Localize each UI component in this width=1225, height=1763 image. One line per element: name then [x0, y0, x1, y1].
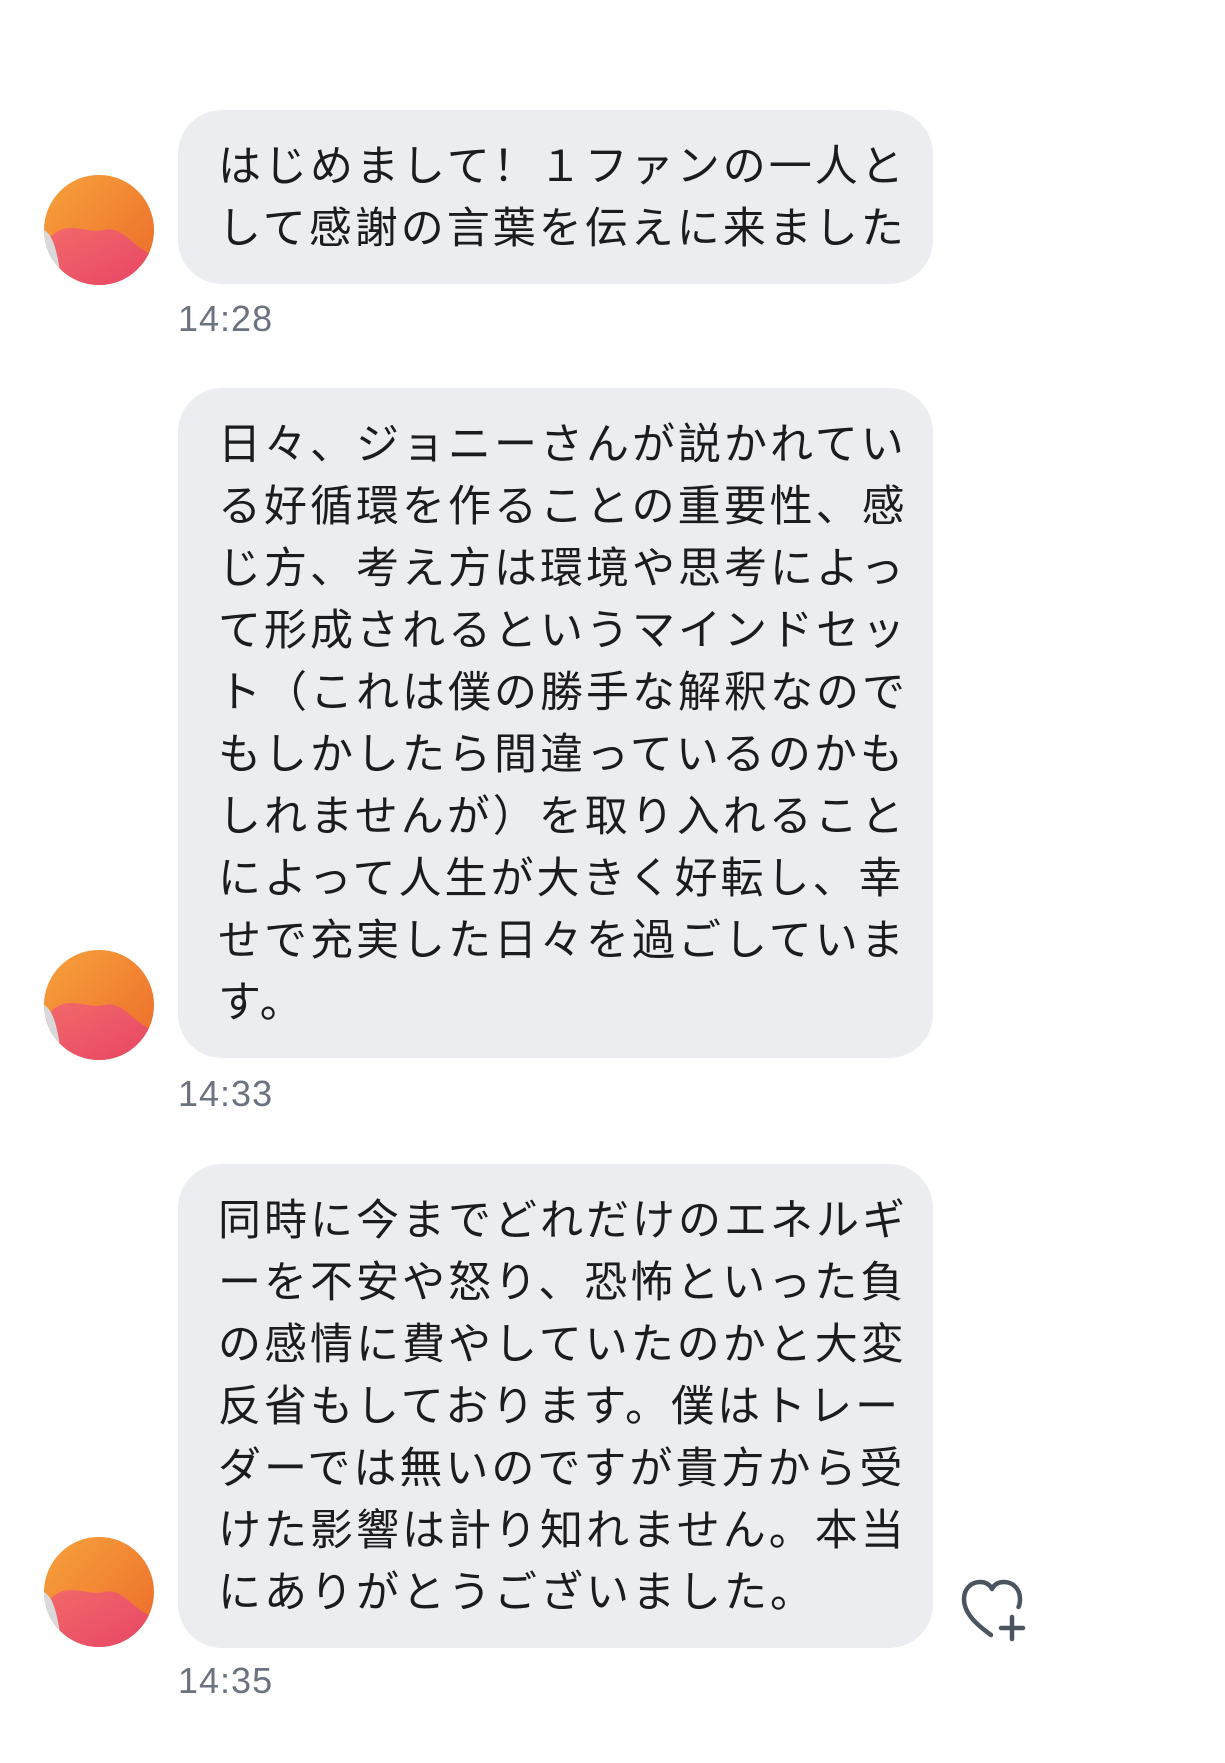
message-timestamp: 14:35 [178, 1660, 274, 1701]
message-line: によって人生が大きく好転し、幸 [218, 854, 905, 904]
avatar[interactable] [44, 175, 154, 285]
avatar[interactable] [44, 1537, 154, 1647]
message-line: す。 [218, 978, 306, 1028]
avatar[interactable] [44, 950, 154, 1060]
message-line: 日々、ジョニーさんが説かれてい [218, 420, 907, 470]
message-bubble[interactable]: はじめまして！１ファンの一人と して感謝の言葉を伝えに来ました [178, 110, 933, 284]
message-line: じ方、考え方は環境や思考によっ [218, 544, 907, 594]
message-line: の感情に費やしていたのかと大変 [218, 1320, 907, 1370]
message-line: ダーでは無いのですが貴方から受 [218, 1444, 906, 1494]
message-line: る好循環を作ることの重要性、感 [218, 482, 908, 532]
avatar-gradient-icon [44, 950, 154, 1060]
message-line: ト（これは僕の勝手な解釈なので [218, 668, 908, 718]
message-line: ーを不安や怒り、恐怖といった負 [218, 1258, 907, 1308]
message-bubble[interactable]: 同時に今までどれだけのエネルギ ーを不安や怒り、恐怖といった負 の感情に費やして… [178, 1164, 933, 1648]
message-line: もしかしたら間違っているのかも [218, 730, 906, 780]
message-line: にありがとうございました。 [218, 1568, 816, 1618]
message-line: して感謝の言葉を伝えに来ました [218, 204, 907, 254]
message-timestamp: 14:33 [178, 1073, 274, 1114]
message-line: はじめまして！１ファンの一人と [218, 142, 907, 192]
message-line: せで充実した日々を過ごしていま [218, 916, 907, 966]
avatar-gradient-icon [44, 175, 154, 285]
message-line: 同時に今までどれだけのエネルギ [218, 1196, 908, 1246]
heart-plus-icon [961, 1579, 1026, 1642]
avatar-gradient-icon [44, 1537, 154, 1647]
message-bubble[interactable]: 日々、ジョニーさんが説かれてい る好循環を作ることの重要性、感 じ方、考え方は環… [178, 388, 933, 1058]
message-timestamp: 14:28 [178, 298, 274, 339]
like-button[interactable] [958, 1575, 1030, 1643]
message-line: て形成されるというマインドセッ [218, 606, 908, 656]
message-line: しれませんが）を取り入れること [218, 792, 907, 842]
message-line: 反省もしております。僕はトレー [218, 1382, 902, 1432]
message-line: けた影響は計り知れません。本当 [218, 1506, 907, 1556]
